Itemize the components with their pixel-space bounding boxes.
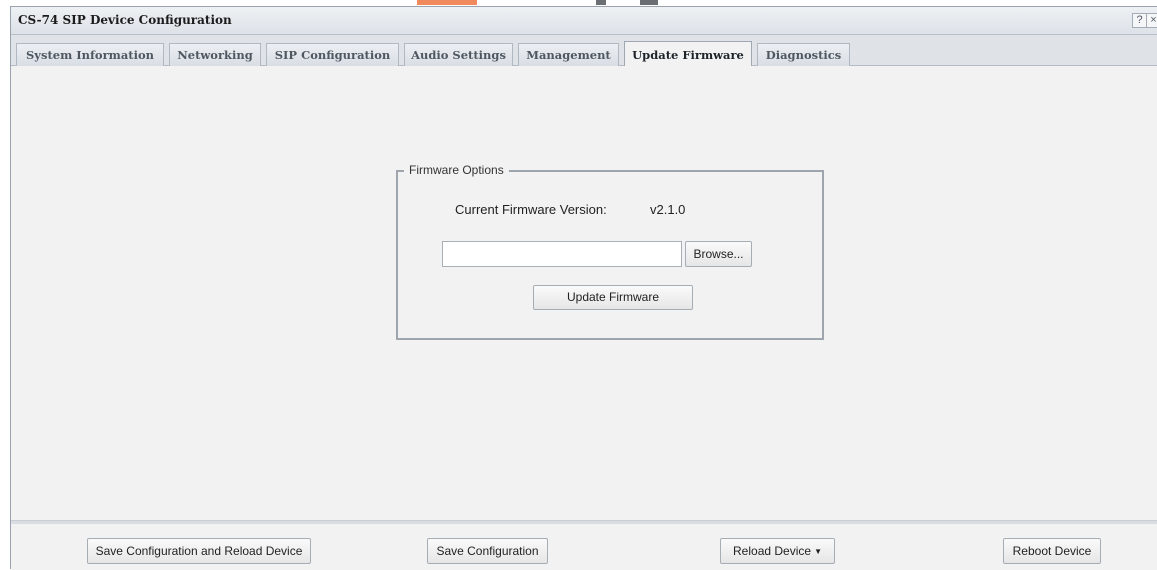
save-config-button[interactable]: Save Configuration <box>427 538 548 564</box>
help-icon[interactable]: ? <box>1132 13 1147 28</box>
firmware-options-fieldset: Firmware Options Current Firmware Versio… <box>396 163 824 340</box>
tab-diagnostics[interactable]: Diagnostics <box>757 43 850 66</box>
chevron-down-icon: ▼ <box>814 547 822 556</box>
tab-bar: System Information Networking SIP Config… <box>11 35 1157 67</box>
firmware-options-legend: Firmware Options <box>404 163 509 177</box>
browse-button[interactable]: Browse... <box>685 241 752 267</box>
current-firmware-label: Current Firmware Version: <box>455 202 607 217</box>
config-window: CS-74 SIP Device Configuration ? × Syste… <box>10 6 1157 570</box>
reboot-device-button[interactable]: Reboot Device <box>1003 538 1101 564</box>
footer-divider <box>11 521 1157 524</box>
tab-update-firmware[interactable]: Update Firmware <box>624 41 752 67</box>
tab-sip-configuration[interactable]: SIP Configuration <box>266 43 399 66</box>
tab-content-update-firmware: Firmware Options Current Firmware Versio… <box>11 66 1157 521</box>
background-accent-strip <box>417 0 477 5</box>
tab-audio-settings[interactable]: Audio Settings <box>404 43 513 66</box>
close-icon[interactable]: × <box>1146 13 1157 28</box>
footer-toolbar: Save Configuration and Reload Device Sav… <box>11 521 1157 570</box>
firmware-file-input[interactable] <box>442 241 682 267</box>
reload-device-label: Reload Device <box>733 544 812 558</box>
title-bar: CS-74 SIP Device Configuration ? × <box>11 7 1157 35</box>
current-firmware-value: v2.1.0 <box>650 202 686 217</box>
update-firmware-button[interactable]: Update Firmware <box>533 285 693 310</box>
window-title: CS-74 SIP Device Configuration <box>18 13 232 27</box>
save-config-and-reload-button[interactable]: Save Configuration and Reload Device <box>87 538 311 564</box>
background-dark-strip-2 <box>640 0 658 5</box>
reload-device-button[interactable]: Reload Device ▼ <box>720 538 835 564</box>
tab-system-information[interactable]: System Information <box>16 43 164 66</box>
background-dark-strip <box>596 0 606 5</box>
tab-management[interactable]: Management <box>518 43 619 66</box>
tab-networking[interactable]: Networking <box>169 43 261 66</box>
